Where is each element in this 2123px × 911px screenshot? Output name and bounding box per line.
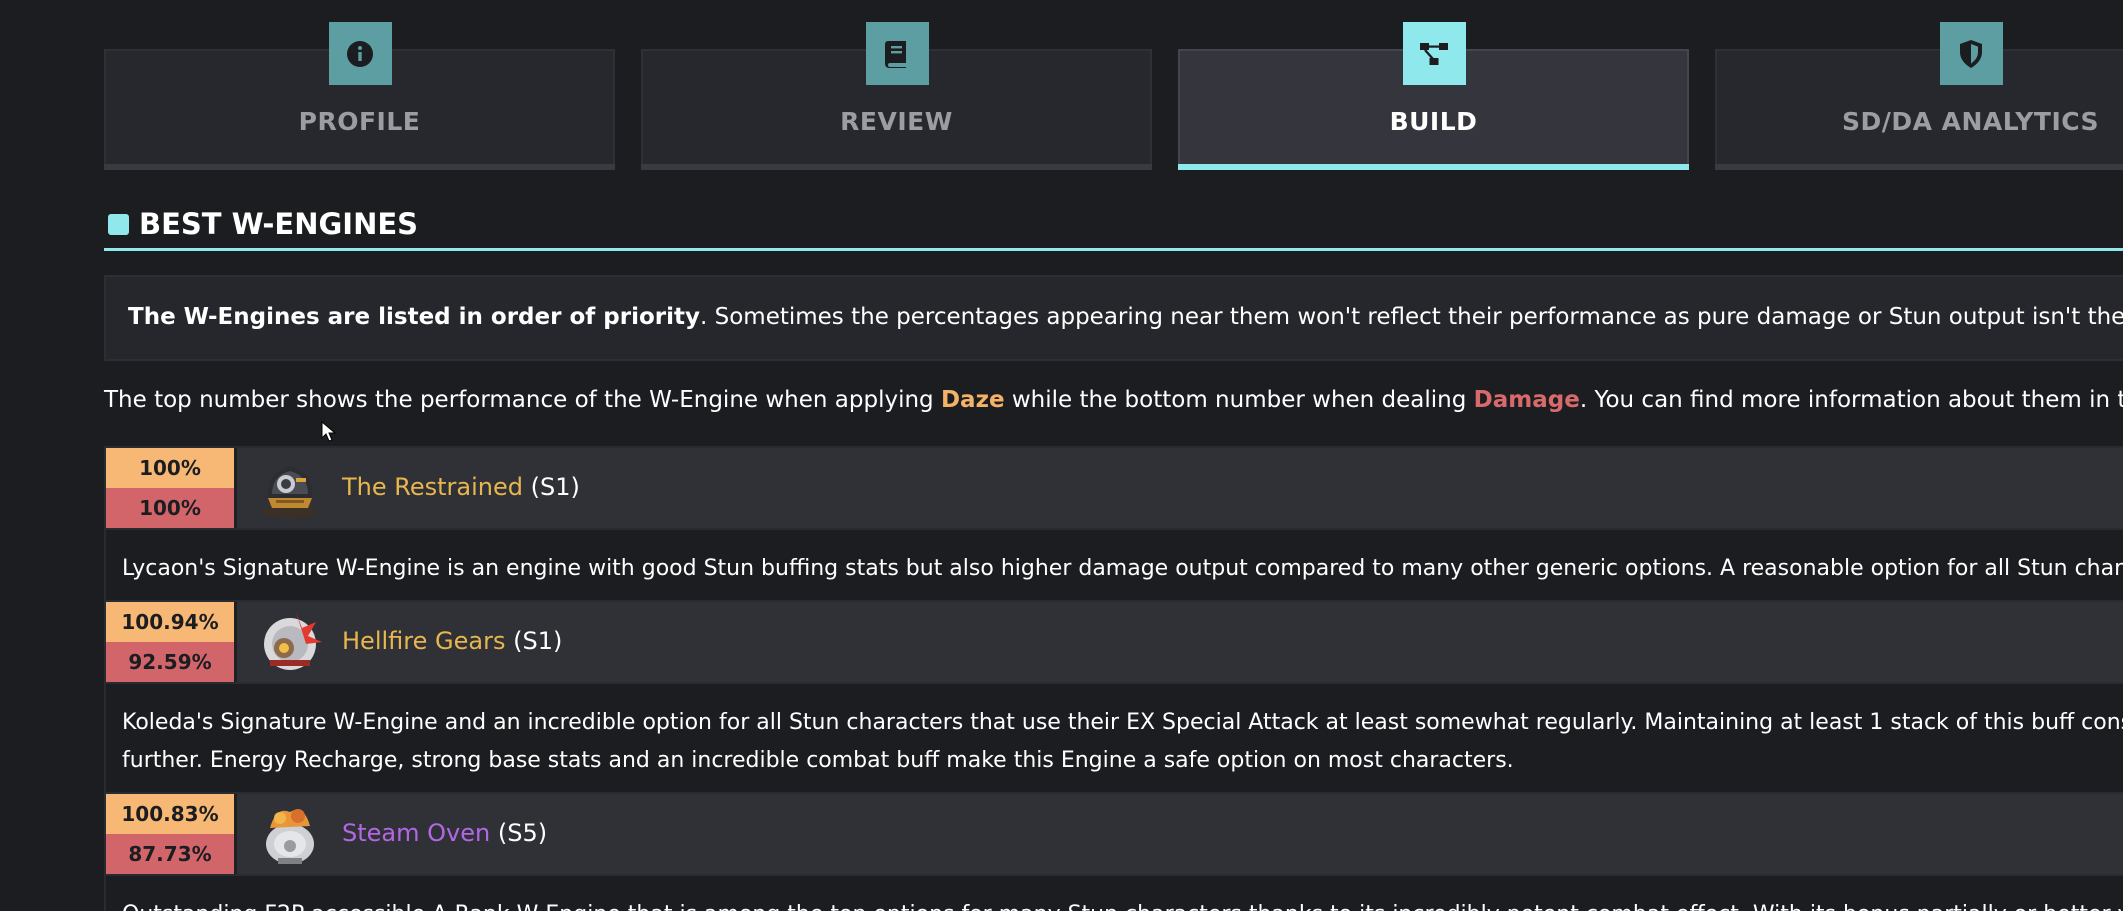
engine-header[interactable]: 100.94% 92.59% Hellfire Gears (S1) <box>104 600 2123 684</box>
info-icon <box>328 22 392 85</box>
engine-name-text[interactable]: The Restrained <box>342 473 523 501</box>
build-tree-icon <box>1402 22 1466 85</box>
the-restrained-engine-icon <box>256 454 324 522</box>
description-line: Lycaon's Signature W-Engine is an engine… <box>122 556 2123 581</box>
engine-percentages: 100% 100% <box>106 448 237 528</box>
book-icon <box>865 22 929 85</box>
daze-percentage: 100.83% <box>106 794 234 834</box>
engine-percentages: 100.83% 87.73% <box>106 794 237 874</box>
engine-header[interactable]: 100.83% 87.73% Steam Oven (S5) <box>104 792 2123 876</box>
engine-name[interactable]: Steam Oven (S5) <box>342 819 547 847</box>
section-marker-icon <box>108 214 129 235</box>
engine-description: Outstanding F2P accessible A-Rank W-Engi… <box>104 876 2123 911</box>
engine-entry: 100.83% 87.73% Steam Oven (S5) Outstandi… <box>104 792 2123 911</box>
tab-build[interactable]: BUILD <box>1178 22 1689 170</box>
damage-percentage: 92.59% <box>106 642 234 682</box>
engine-percentages: 100.94% 92.59% <box>106 602 237 682</box>
damage-keyword: Damage <box>1473 387 1580 413</box>
daze-percentage: 100% <box>106 448 234 488</box>
pct-divider <box>234 448 237 528</box>
tab-bar: PROFILE REVIEW BUILD SD/DA ANALYTICS <box>104 20 2123 170</box>
priority-info-rest: . Sometimes the percentages appearing ne… <box>700 304 2123 330</box>
engine-entry: 100% 100% The Restrained (S1) Lycaon's S… <box>104 446 2123 601</box>
engine-name-text[interactable]: Hellfire Gears <box>342 627 505 655</box>
priority-info-box: The W-Engines are listed in order of pri… <box>104 275 2123 361</box>
priority-info-bold: The W-Engines are listed in order of pri… <box>128 304 700 330</box>
daze-keyword: Daze <box>940 387 1005 413</box>
intro-part3: . You can find more information about th… <box>1579 387 2123 413</box>
pct-divider <box>234 794 237 874</box>
tab-review[interactable]: REVIEW <box>641 22 1152 170</box>
section-title: BEST W-ENGINES <box>139 207 419 241</box>
daze-percentage: 100.94% <box>106 602 234 642</box>
engine-refine: (S5) <box>497 819 548 847</box>
damage-percentage: 100% <box>106 488 234 528</box>
description-line: Outstanding F2P accessible A-Rank W-Engi… <box>122 896 2123 911</box>
description-line: further. Energy Recharge, strong base st… <box>122 748 1514 773</box>
engine-name[interactable]: The Restrained (S1) <box>342 473 580 501</box>
engine-header[interactable]: 100% 100% The Restrained (S1) <box>104 446 2123 530</box>
engine-entry: 100.94% 92.59% Hellfire Gears (S1) Koled… <box>104 600 2123 793</box>
intro-part1: The top number shows the performance of … <box>104 387 941 413</box>
hellfire-gears-engine-icon <box>256 608 324 676</box>
section-header: BEST W-ENGINES <box>104 205 2123 251</box>
tab-review-label: REVIEW <box>840 107 953 136</box>
engine-name[interactable]: Hellfire Gears (S1) <box>342 627 562 655</box>
engine-description: Lycaon's Signature W-Engine is an engine… <box>104 530 2123 601</box>
engine-description: Koleda's Signature W-Engine and an incre… <box>104 684 2123 793</box>
tab-build-label: BUILD <box>1389 107 1478 136</box>
pct-divider <box>234 602 237 682</box>
mouse-cursor-icon <box>321 420 337 443</box>
steam-oven-engine-icon <box>256 800 324 868</box>
tab-profile-label: PROFILE <box>298 107 421 136</box>
tab-sd-da-analytics-label: SD/DA ANALYTICS <box>1841 107 2100 136</box>
shield-icon <box>1939 22 2003 85</box>
engine-name-text[interactable]: Steam Oven <box>342 819 490 847</box>
engine-refine: (S1) <box>513 627 563 655</box>
tab-sd-da-analytics[interactable]: SD/DA ANALYTICS <box>1715 22 2123 170</box>
priority-info-text: The W-Engines are listed in order of pri… <box>128 304 2123 330</box>
damage-percentage: 87.73% <box>106 834 234 874</box>
page: PROFILE REVIEW BUILD SD/DA ANALYTICS BES… <box>0 0 2123 911</box>
tab-profile[interactable]: PROFILE <box>104 22 615 170</box>
percentage-explanation: The top number shows the performance of … <box>104 387 2123 413</box>
description-line: Koleda's Signature W-Engine and an incre… <box>122 710 2123 735</box>
intro-part2: while the bottom number when dealing <box>1004 387 1474 413</box>
engine-refine: (S1) <box>530 473 580 501</box>
